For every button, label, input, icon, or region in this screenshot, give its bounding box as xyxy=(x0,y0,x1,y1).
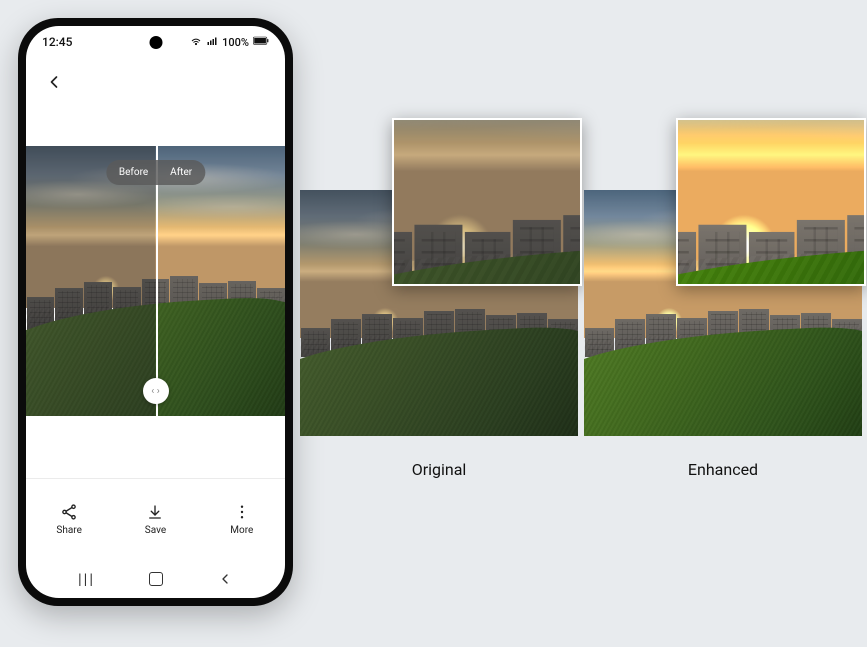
phone-frame: 12:45 100% xyxy=(18,18,293,606)
more-label: More xyxy=(230,525,253,536)
back-button[interactable] xyxy=(40,68,68,96)
status-time: 12:45 xyxy=(42,35,72,49)
save-button[interactable]: Save xyxy=(125,503,185,536)
before-after-toggle[interactable]: Before After xyxy=(106,160,205,185)
original-label: Original xyxy=(300,460,578,479)
before-label[interactable]: Before xyxy=(109,163,158,182)
image-canvas[interactable]: Before After ‹ › xyxy=(26,146,285,416)
share-label: Share xyxy=(56,525,81,536)
download-icon xyxy=(146,503,164,521)
camera-punch-hole xyxy=(149,36,162,49)
compare-slider-knob[interactable]: ‹ › xyxy=(143,378,169,404)
signal-icon xyxy=(206,35,218,50)
back-nav[interactable] xyxy=(205,571,245,587)
after-label[interactable]: After xyxy=(160,163,202,182)
editor-area: Before After ‹ › xyxy=(26,106,285,478)
battery-icon xyxy=(253,36,269,49)
enhanced-label: Enhanced xyxy=(584,460,862,479)
battery-text: 100% xyxy=(222,36,249,49)
chevron-left-icon xyxy=(44,72,64,92)
bottom-toolbar: Share Save More xyxy=(26,478,285,560)
comparison-original: Original xyxy=(300,190,578,436)
status-right-cluster: 100% xyxy=(190,35,269,50)
comparison-enhanced: Enhanced xyxy=(584,190,862,436)
more-vertical-icon xyxy=(233,503,251,521)
enhanced-crop-inset xyxy=(676,118,866,286)
home-nav[interactable] xyxy=(136,572,176,586)
phone-screen: 12:45 100% xyxy=(26,26,285,598)
system-nav-bar: ||| xyxy=(26,560,285,598)
back-nav-icon xyxy=(217,571,233,587)
home-icon xyxy=(149,572,163,586)
recents-nav[interactable]: ||| xyxy=(67,570,107,588)
share-icon xyxy=(60,503,78,521)
save-label: Save xyxy=(145,525,166,536)
editor-header xyxy=(26,58,285,106)
more-button[interactable]: More xyxy=(212,503,272,536)
recents-icon: ||| xyxy=(78,570,95,588)
compare-slider-line[interactable] xyxy=(156,146,158,416)
wifi-icon xyxy=(190,35,202,50)
original-crop-inset xyxy=(392,118,582,286)
share-button[interactable]: Share xyxy=(39,503,99,536)
